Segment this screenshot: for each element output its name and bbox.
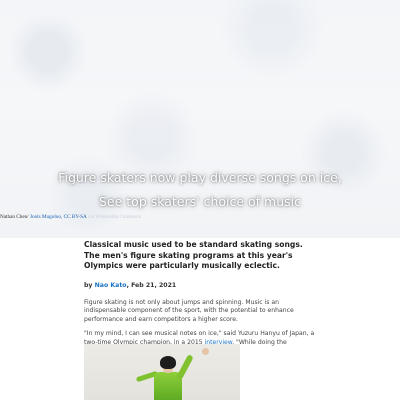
hero-banner: Figure skaters now play diverse songs on… <box>0 0 400 238</box>
article-lead: Classical music used to be standard skat… <box>84 240 303 270</box>
byline-date: , Feb 21, 2021 <box>126 281 177 289</box>
credit-source-link[interactable]: Jools Mugoloo, <box>30 214 62 220</box>
skater-right-arm <box>176 354 194 380</box>
image-credit: Nathan Chen/ Jools Mugoloo, CC BY-SA via… <box>0 212 141 222</box>
skater-photo <box>84 344 240 400</box>
hero-title-line2: See top skaters' choice of music <box>98 194 302 209</box>
credit-license-link[interactable]: CC BY-SA <box>64 214 87 220</box>
credit-author: Nathan Chen/ <box>0 214 29 220</box>
hero-title-line1: Figure skaters now play diverse songs on… <box>58 170 342 185</box>
skater-hair <box>160 356 176 369</box>
article-byline: by Nao Kato, Feb 21, 2021 <box>84 282 320 289</box>
byline-prefix: by <box>84 281 95 289</box>
byline-author-link[interactable]: Nao Kato <box>95 282 127 289</box>
credit-faded-text: via Wikimedia Commons <box>87 214 141 220</box>
skater-right-hand <box>202 348 209 355</box>
article-paragraph-1: Figure skating is not only about jumps a… <box>84 298 294 323</box>
